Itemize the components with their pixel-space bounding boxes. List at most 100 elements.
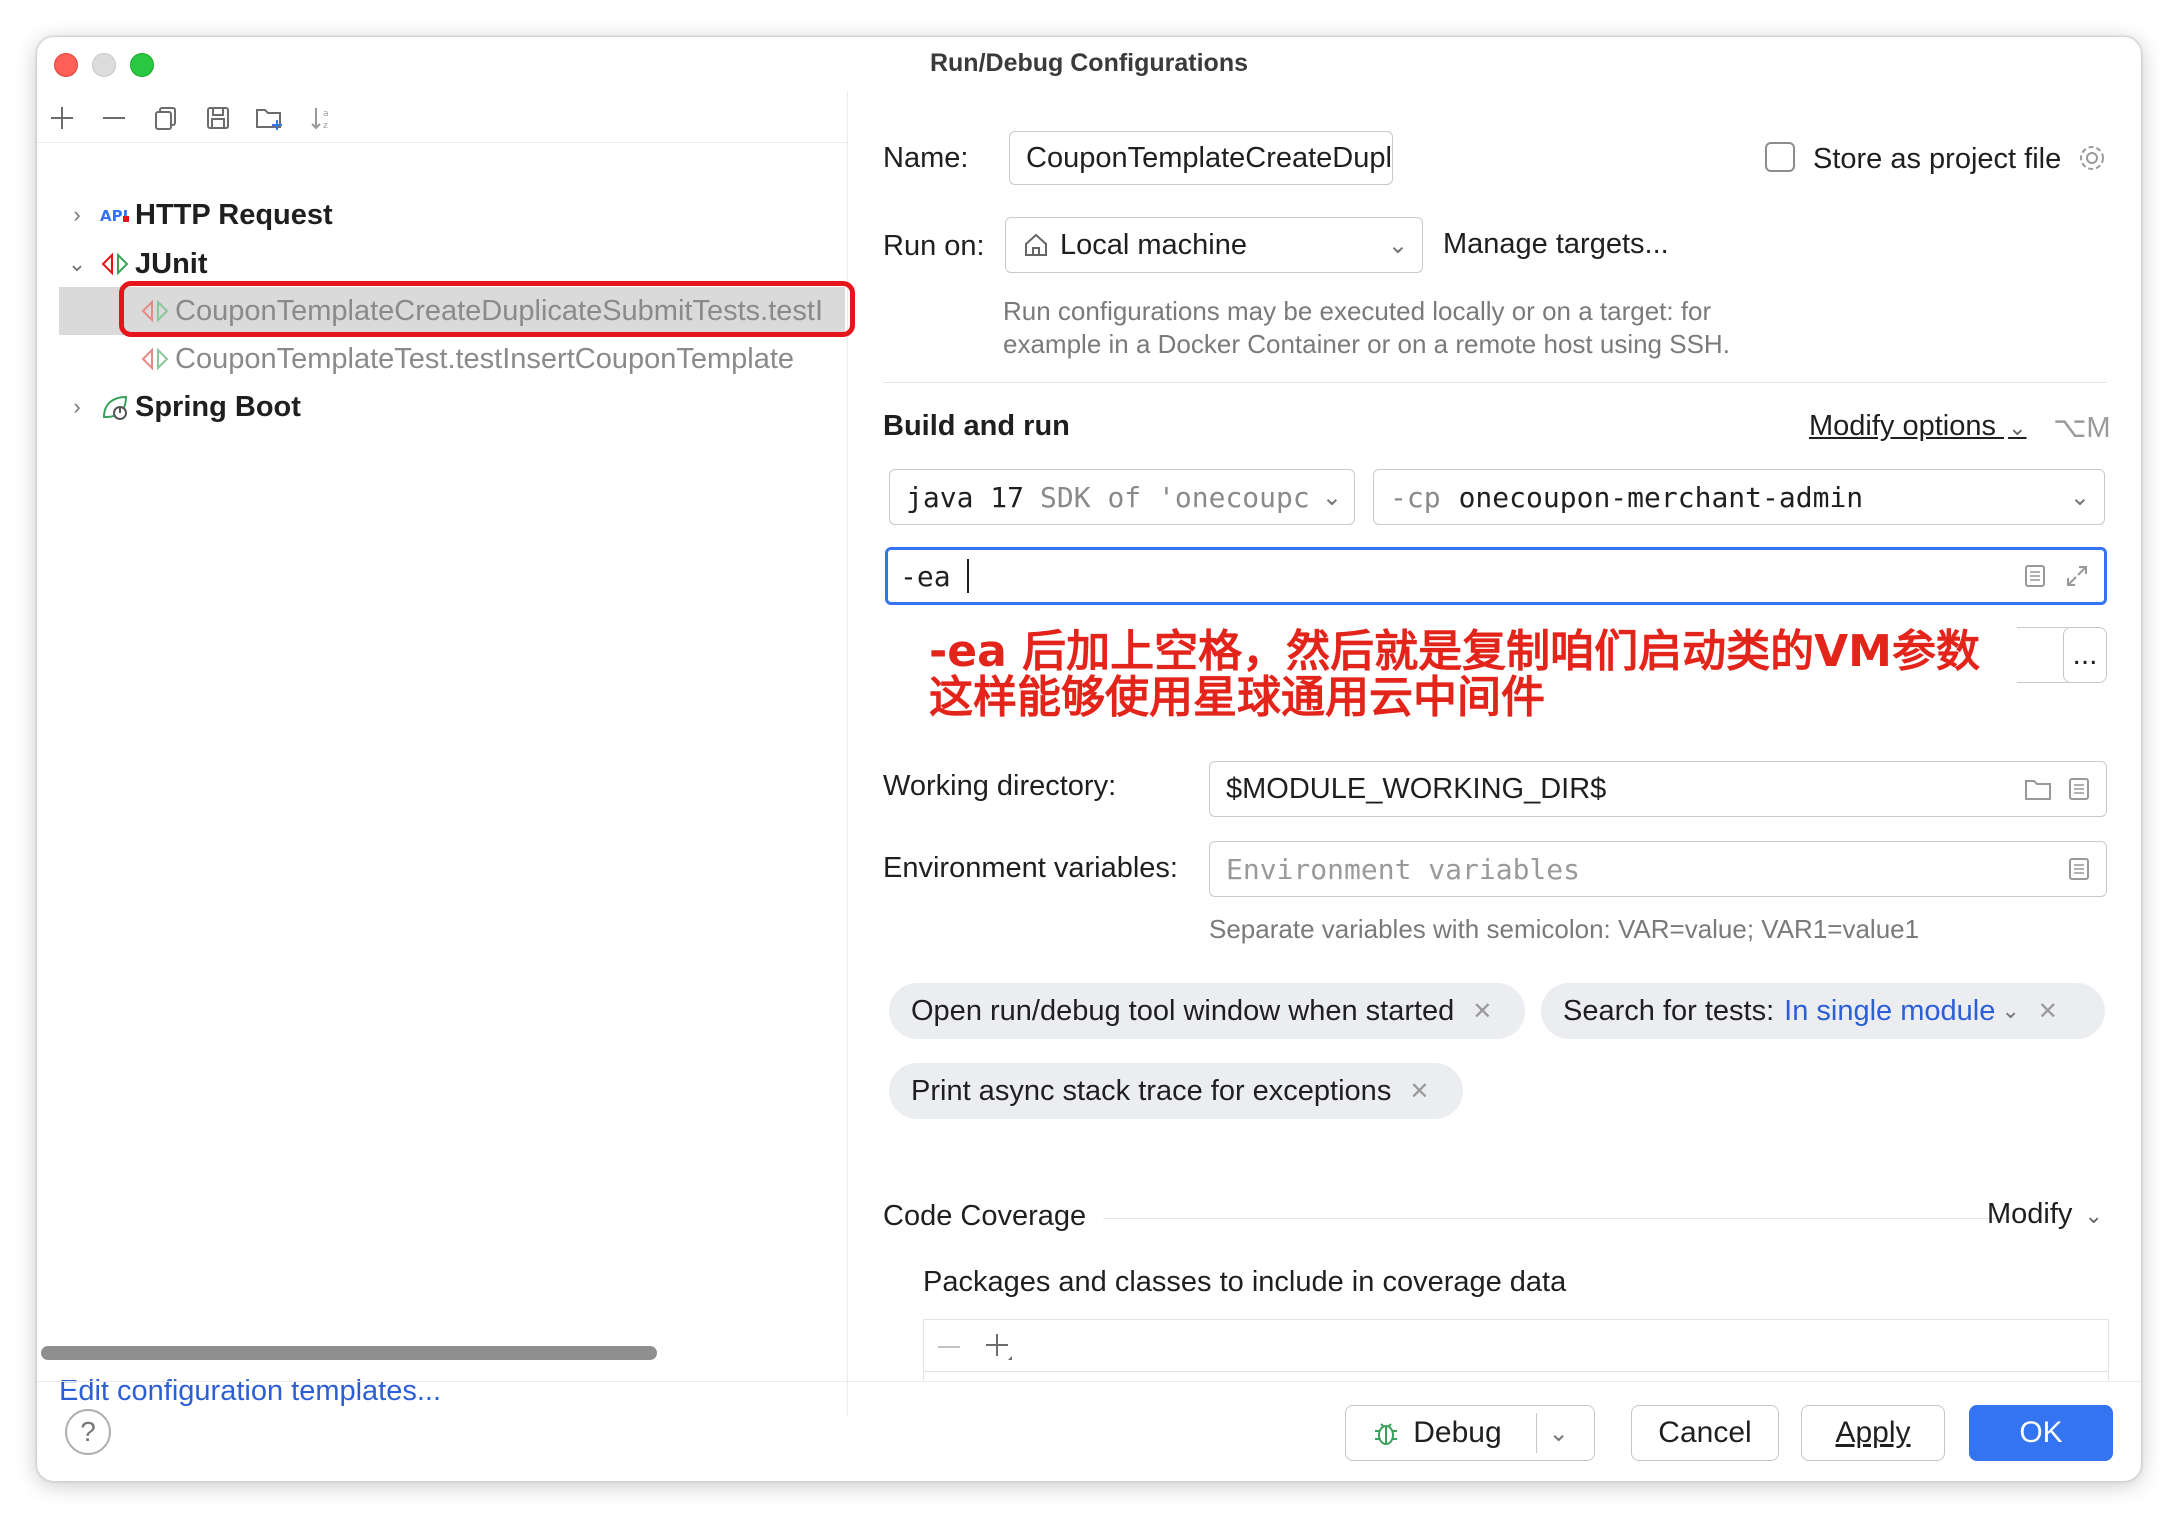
working-directory-input[interactable]: $MODULE_WORKING_DIR$: [1209, 761, 2107, 817]
tree-item-duplicate-submit-tests[interactable]: CouponTemplateCreateDuplicateSubmitTests…: [139, 288, 823, 334]
vm-options-value: -ea: [900, 559, 951, 593]
name-label: Name:: [883, 142, 969, 174]
api-icon: API: [99, 199, 131, 231]
sort-icon[interactable]: az: [305, 101, 339, 135]
remove-icon[interactable]: [936, 1334, 962, 1360]
window-title: Run/Debug Configurations: [929, 49, 1249, 77]
tree-group-http-request[interactable]: › API HTTP Request: [67, 192, 333, 238]
name-input-value: CouponTemplateCreateDuplicateSubmitTests…: [1026, 141, 1392, 174]
remove-icon[interactable]: [97, 101, 131, 135]
separator: [1103, 1218, 2013, 1219]
search-scope-value[interactable]: In single module: [1784, 995, 1995, 1028]
chevron-down-icon: ⌄: [1387, 231, 1408, 259]
working-directory-label: Working directory:: [883, 770, 1117, 802]
run-on-value: Local machine: [1060, 228, 1247, 261]
vm-options-input[interactable]: -ea: [885, 547, 2107, 605]
jdk-description: SDK of 'onecoupc: [1040, 480, 1310, 514]
manage-targets-link[interactable]: Manage targets...: [1443, 228, 1669, 261]
modify-options-shortcut: ⌥M: [2053, 412, 2111, 444]
help-icon: ?: [80, 1416, 96, 1447]
tree-toolbar: az: [37, 91, 847, 143]
ok-button[interactable]: OK: [1969, 1405, 2113, 1461]
help-button[interactable]: ?: [65, 1409, 111, 1455]
apply-button[interactable]: Apply: [1801, 1405, 1945, 1461]
run-on-help-line-2: example in a Docker Container or on a re…: [1003, 329, 1730, 359]
environment-variables-help: Separate variables with semicolon: VAR=v…: [1209, 914, 1920, 944]
chip-open-tool-window[interactable]: Open run/debug tool window when started …: [889, 983, 1525, 1039]
jdk-select[interactable]: java 17 SDK of 'onecoupc ⌄: [889, 469, 1355, 525]
debug-button[interactable]: Debug ⌄: [1345, 1405, 1595, 1461]
tree-label: CouponTemplateTest.testInsertCouponTempl…: [175, 342, 795, 375]
save-icon[interactable]: [201, 101, 235, 135]
expand-icon[interactable]: [2064, 563, 2090, 589]
chip-print-async-stack-trace[interactable]: Print async stack trace for exceptions ✕: [889, 1063, 1463, 1119]
configurations-tree-panel: az › API HTTP Request ⌄ JUnit CouponTemp…: [37, 91, 855, 1417]
cancel-button[interactable]: Cancel: [1631, 1405, 1779, 1461]
modify-options-label: Modify options: [1809, 410, 1996, 442]
build-and-run-title: Build and run: [883, 410, 1070, 442]
macros-icon[interactable]: [2066, 776, 2092, 802]
store-as-project-file-checkbox[interactable]: [1765, 142, 1795, 172]
chevron-right-icon[interactable]: ›: [67, 394, 87, 420]
folder-icon[interactable]: [2024, 777, 2052, 801]
environment-variables-label: Environment variables:: [883, 852, 1178, 884]
chevron-down-icon: ⌄: [2084, 1203, 2103, 1228]
gear-icon[interactable]: [2077, 143, 2107, 178]
apply-label: Apply: [1835, 1416, 1911, 1449]
footer-separator: [37, 1381, 2141, 1382]
classpath-module-select[interactable]: -cp onecoupon-merchant-admin ⌄: [1373, 469, 2105, 525]
cp-flag: -cp: [1390, 480, 1441, 514]
tree-label: HTTP Request: [135, 198, 333, 231]
chevron-right-icon[interactable]: ›: [67, 202, 87, 228]
svg-text:a: a: [323, 109, 329, 119]
name-input[interactable]: CouponTemplateCreateDuplicateSubmitTests…: [1009, 131, 1393, 185]
debug-label: Debug: [1413, 1416, 1502, 1449]
edit-env-icon[interactable]: [2066, 856, 2092, 882]
close-icon[interactable]: ✕: [1472, 997, 1492, 1026]
browse-main-class-button[interactable]: ...: [2063, 627, 2107, 683]
chevron-down-icon: ⌄: [2008, 415, 2027, 440]
title-bar: Run/Debug Configurations: [37, 37, 2141, 91]
chevron-down-icon: ⌄: [1321, 483, 1342, 511]
store-as-project-file-label: Store as project file: [1813, 143, 2062, 175]
environment-variables-placeholder: Environment variables: [1226, 852, 1581, 886]
browse-button-label: ...: [2072, 638, 2098, 671]
tree-item-coupon-template-test[interactable]: CouponTemplateTest.testInsertCouponTempl…: [139, 336, 794, 382]
chip-label: Search for tests:: [1563, 994, 1775, 1027]
modify-options-link[interactable]: Modify options ⌄: [1809, 410, 2027, 443]
edit-configuration-templates-link[interactable]: Edit configuration templates...: [59, 1375, 441, 1408]
annotation-callout: -ea 后加上空格，然后就是复制咱们启动类的VM参数 这样能够使用星球通用云中间…: [917, 625, 2017, 727]
tree-label: JUnit: [135, 247, 208, 280]
spring-boot-icon: [99, 391, 131, 423]
run-on-help-line-1: Run configurations may be executed local…: [1003, 296, 1712, 326]
add-icon[interactable]: [984, 1332, 1014, 1362]
tree-group-spring-boot[interactable]: › Spring Boot: [67, 384, 301, 430]
expand-text-icon[interactable]: [2022, 563, 2048, 589]
coverage-table-toolbar: [924, 1320, 2108, 1372]
chip-label: Open run/debug tool window when started: [911, 994, 1455, 1027]
tree-horizontal-scrollbar[interactable]: [41, 1346, 657, 1360]
home-icon: [1025, 233, 1047, 256]
ok-label: OK: [2019, 1416, 2063, 1449]
cancel-label: Cancel: [1658, 1416, 1752, 1449]
chevron-down-icon[interactable]: ⌄: [1549, 1419, 1569, 1448]
chevron-down-icon: ⌄: [2069, 483, 2090, 511]
close-icon[interactable]: ✕: [2038, 997, 2058, 1026]
run-debug-configurations-dialog: Run/Debug Configurations az › API HTTP R…: [36, 36, 2142, 1482]
chip-search-for-tests[interactable]: Search for tests: In single module ⌄ ✕: [1541, 983, 2105, 1039]
environment-variables-input[interactable]: Environment variables: [1209, 841, 2107, 897]
chevron-down-icon[interactable]: ⌄: [2001, 998, 2019, 1024]
svg-text:z: z: [323, 121, 328, 131]
chevron-down-icon[interactable]: ⌄: [67, 251, 87, 277]
add-icon[interactable]: [45, 101, 79, 135]
new-folder-icon[interactable]: [253, 101, 287, 135]
coverage-modify-link[interactable]: Modify ⌄: [1987, 1198, 2103, 1231]
copy-icon[interactable]: [149, 101, 183, 135]
annotation-line-2: 这样能够使用星球通用云中间件: [929, 672, 1545, 723]
coverage-packages-label: Packages and classes to include in cover…: [923, 1266, 1567, 1298]
run-on-select[interactable]: Local machine ⌄: [1005, 217, 1423, 273]
close-icon[interactable]: ✕: [1409, 1077, 1429, 1106]
working-directory-value: $MODULE_WORKING_DIR$: [1226, 772, 1607, 805]
bug-icon: [1375, 1423, 1398, 1445]
code-coverage-title: Code Coverage: [883, 1200, 1087, 1232]
